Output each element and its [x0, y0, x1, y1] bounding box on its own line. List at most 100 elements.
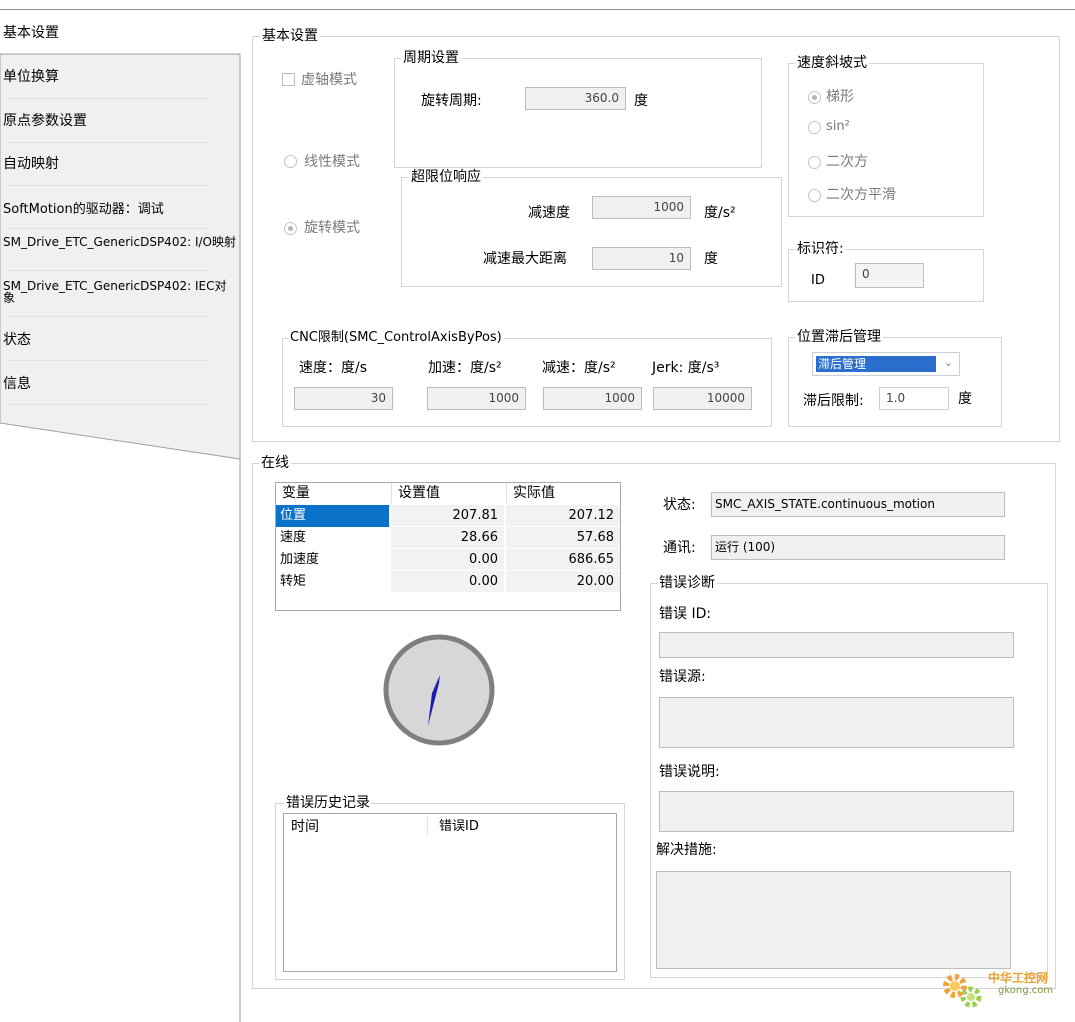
id-label: ID	[811, 273, 825, 288]
nav-divider	[8, 404, 208, 405]
decel-unit: 度/s²	[704, 205, 736, 221]
nav-item-label: 原点参数设置	[3, 113, 87, 129]
identifier-title: 标识符:	[795, 241, 846, 257]
column-header: 变量	[282, 485, 310, 501]
nav-divider	[8, 270, 208, 271]
cnc-limits-group	[282, 338, 772, 427]
error-fix-label: 解决措施:	[656, 842, 717, 858]
row-set-value: 207.81	[391, 505, 504, 527]
nav-item-softmotion-debug[interactable]: SoftMotion的驱动器：调试	[3, 198, 237, 217]
gear-icon	[943, 974, 982, 1008]
lag-limit-input[interactable]: 1.0	[879, 387, 949, 410]
nav-item-label: SM_Drive_ETC_GenericDSP402: IEC对象	[3, 279, 227, 305]
rotary-mode-radio[interactable]	[284, 222, 297, 235]
nav-item-iec-objects[interactable]: SM_Drive_ETC_GenericDSP402: IEC对象	[3, 280, 237, 304]
max-distance-input[interactable]: 10	[592, 247, 691, 270]
nav-item-status[interactable]: 状态	[3, 329, 237, 349]
online-values-table: 变量 设置值 实际值 位置 207.81 207.12 速度 28.66 57.…	[275, 482, 621, 611]
table-row[interactable]: 速度 28.66 57.68	[276, 527, 620, 549]
ramp-quadratic-label: 二次方	[826, 154, 868, 170]
state-label: 状态:	[663, 497, 696, 513]
row-set-value: 0.00	[391, 549, 504, 571]
error-description-label: 错误说明:	[659, 764, 720, 780]
nav-item-label: SM_Drive_ETC_GenericDSP402: I/O映射	[3, 235, 236, 249]
nav-item-info[interactable]: 信息	[3, 373, 237, 393]
virtual-mode-checkbox[interactable]	[282, 73, 295, 86]
row-name: 速度	[280, 530, 307, 545]
error-source-label: 错误源:	[659, 669, 706, 685]
nav-item-label: 自动映射	[3, 156, 59, 172]
period-unit: 度	[634, 93, 648, 109]
limit-response-group	[401, 177, 782, 287]
error-history-list[interactable]: 时间 错误ID	[283, 813, 617, 972]
history-column-time: 时间	[291, 819, 319, 835]
watermark-logo: 中华工控网 gkong.com	[938, 966, 1068, 1012]
table-row[interactable]: 位置 207.81 207.12	[276, 505, 620, 527]
error-id-field	[659, 632, 1014, 658]
row-name: 位置	[276, 505, 389, 527]
nav-divider	[8, 142, 208, 143]
lag-mode-select[interactable]: 滞后管理 ⌄	[812, 352, 960, 376]
period-group	[394, 58, 762, 168]
row-actual-value: 686.65	[506, 549, 620, 571]
column-divider	[427, 817, 428, 835]
linear-mode-radio[interactable]	[284, 155, 297, 168]
lag-limit-label: 滞后限制:	[803, 393, 864, 409]
max-distance-unit: 度	[704, 251, 718, 267]
nav-item-basic-settings[interactable]: 基本设置	[3, 22, 237, 42]
nav-item-unit-conversion[interactable]: 单位换算	[3, 66, 237, 86]
ramp-trapezoid-label: 梯形	[826, 89, 854, 105]
row-actual-value: 20.00	[506, 571, 620, 593]
error-history-title: 错误历史记录	[284, 795, 372, 811]
ramp-quadratic-radio[interactable]	[808, 156, 821, 169]
nav-item-label: 单位换算	[3, 69, 59, 85]
cnc-accel-input[interactable]: 1000	[427, 387, 526, 410]
error-id-label: 错误 ID:	[659, 606, 712, 622]
state-field: SMC_AXIS_STATE.continuous_motion	[711, 492, 1005, 517]
decel-input[interactable]: 1000	[592, 196, 691, 219]
cnc-jerk-input[interactable]: 10000	[653, 387, 752, 410]
row-name: 加速度	[280, 552, 320, 567]
nav-item-label: 信息	[3, 376, 31, 392]
table-row[interactable]: 转矩 0.00 20.00	[276, 571, 620, 593]
cnc-accel-label: 加速：度/s²	[428, 360, 502, 376]
error-diagnosis-title: 错误诊断	[657, 575, 717, 591]
ramp-quadratic-smooth-label: 二次方平滑	[826, 187, 896, 203]
watermark-text: 中华工控网	[988, 971, 1049, 985]
table-row[interactable]: 加速度 0.00 686.65	[276, 549, 620, 571]
decel-label: 减速度	[528, 205, 570, 221]
nav-divider	[8, 316, 208, 317]
period-input[interactable]: 360.0	[525, 87, 626, 110]
ramp-sin2-label: sin²	[826, 119, 850, 134]
cnc-jerk-label: Jerk: 度/s³	[652, 360, 720, 376]
cnc-velocity-label: 速度：度/s	[299, 360, 368, 376]
cnc-decel-input[interactable]: 1000	[543, 387, 642, 410]
ramp-trapezoid-radio[interactable]	[808, 91, 821, 104]
virtual-mode-label: 虚轴模式	[301, 72, 357, 88]
nav-item-io-mapping[interactable]: SM_Drive_ETC_GenericDSP402: I/O映射	[3, 236, 237, 248]
lag-management-group	[788, 337, 1002, 427]
max-distance-label: 减速最大距离	[483, 251, 567, 267]
period-label: 旋转周期:	[421, 93, 482, 109]
cnc-velocity-input[interactable]: 30	[294, 387, 393, 410]
comm-label: 通讯:	[663, 540, 696, 556]
ramp-quadratic-smooth-radio[interactable]	[808, 189, 821, 202]
nav-item-label: SoftMotion的驱动器：调试	[3, 202, 164, 217]
nav-item-homing[interactable]: 原点参数设置	[3, 110, 237, 130]
period-title: 周期设置	[401, 50, 461, 66]
column-header: 实际值	[506, 483, 620, 503]
nav-item-auto-mapping[interactable]: 自动映射	[3, 153, 237, 173]
lag-mode-selected: 滞后管理	[816, 356, 936, 372]
lag-management-title: 位置滞后管理	[795, 329, 883, 345]
lag-limit-unit: 度	[958, 391, 972, 407]
basic-settings-title: 基本设置	[260, 28, 320, 44]
position-gauge	[383, 634, 495, 746]
nav-item-label: 基本设置	[3, 25, 59, 41]
row-actual-value: 207.12	[506, 505, 620, 527]
watermark-domain: gkong.com	[998, 985, 1054, 996]
error-fix-field	[656, 871, 1011, 969]
ramp-sin2-radio[interactable]	[808, 121, 821, 134]
row-actual-value: 57.68	[506, 527, 620, 549]
limit-response-title: 超限位响应	[409, 169, 483, 185]
id-input[interactable]: 0	[855, 263, 924, 288]
